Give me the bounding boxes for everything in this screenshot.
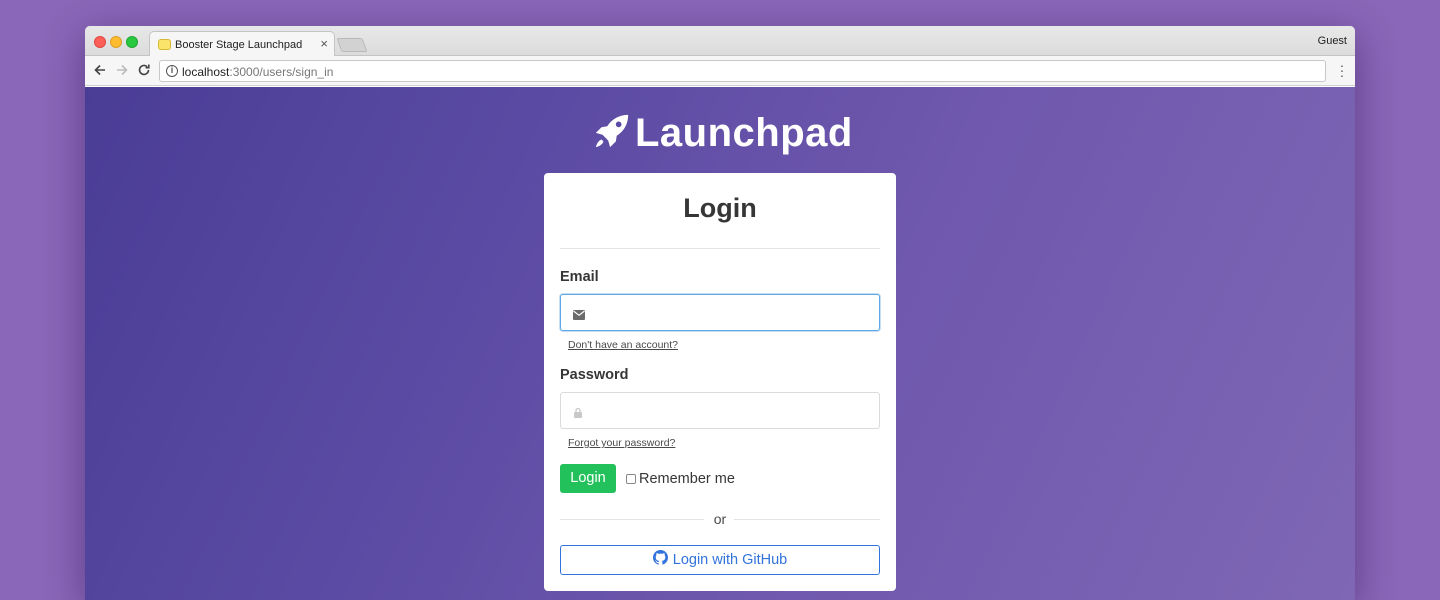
login-title: Login <box>683 193 757 223</box>
minimize-window-button[interactable] <box>110 36 122 48</box>
password-label: Password <box>560 367 629 383</box>
url-path: :3000/users/sign_in <box>229 65 334 79</box>
address-bar[interactable]: i localhost:3000/users/sign_in <box>159 60 1326 82</box>
reload-icon[interactable] <box>136 62 152 78</box>
page-content: Launchpad Login Email Don't have an acco… <box>85 87 1355 600</box>
tab-close-button[interactable]: × <box>320 37 328 51</box>
github-login-label: Login with GitHub <box>672 552 788 568</box>
remember-me[interactable]: Remember me <box>626 471 735 487</box>
remember-label: Remember me <box>639 471 735 487</box>
or-separator: or <box>713 511 727 527</box>
login-button[interactable]: Login <box>560 464 616 493</box>
new-tab-button[interactable] <box>336 38 368 52</box>
url-host: localhost <box>182 65 230 79</box>
back-arrow-icon[interactable] <box>92 62 108 78</box>
browser-tab[interactable]: Booster Stage Launchpad × <box>149 31 335 57</box>
tab-title: Booster Stage Launchpad <box>175 39 303 51</box>
remember-checkbox[interactable] <box>626 474 636 484</box>
brand-name: Launchpad <box>635 110 853 155</box>
close-window-button[interactable] <box>94 36 106 48</box>
email-field[interactable] <box>560 294 880 331</box>
lock-icon <box>573 405 583 423</box>
github-icon <box>652 550 668 570</box>
github-login-button[interactable]: Login with GitHub <box>560 545 880 575</box>
maximize-window-button[interactable] <box>126 36 138 48</box>
profile-label[interactable]: Guest <box>1318 35 1347 47</box>
forgot-password-link[interactable]: Forgot your password? <box>568 437 675 449</box>
url-text: localhost:3000/users/sign_in <box>182 65 333 79</box>
forward-arrow-icon[interactable] <box>114 62 130 78</box>
browser-window: Booster Stage Launchpad × Guest i localh… <box>85 26 1355 600</box>
title-divider <box>560 248 880 249</box>
password-field[interactable] <box>560 392 880 429</box>
browser-menu-icon[interactable]: · · · <box>1339 58 1345 82</box>
favicon-icon <box>158 39 171 50</box>
envelope-icon <box>573 307 585 325</box>
rocket-icon <box>593 112 631 155</box>
info-icon[interactable]: i <box>166 65 178 77</box>
title-bar: Booster Stage Launchpad × Guest <box>85 26 1355 57</box>
signup-link[interactable]: Don't have an account? <box>568 339 678 351</box>
login-card: Login Email Don't have an account? Passw… <box>544 173 896 591</box>
email-label: Email <box>560 269 599 285</box>
brand-logo: Launchpad <box>593 111 853 155</box>
browser-toolbar: i localhost:3000/users/sign_in · · · <box>85 56 1355 86</box>
